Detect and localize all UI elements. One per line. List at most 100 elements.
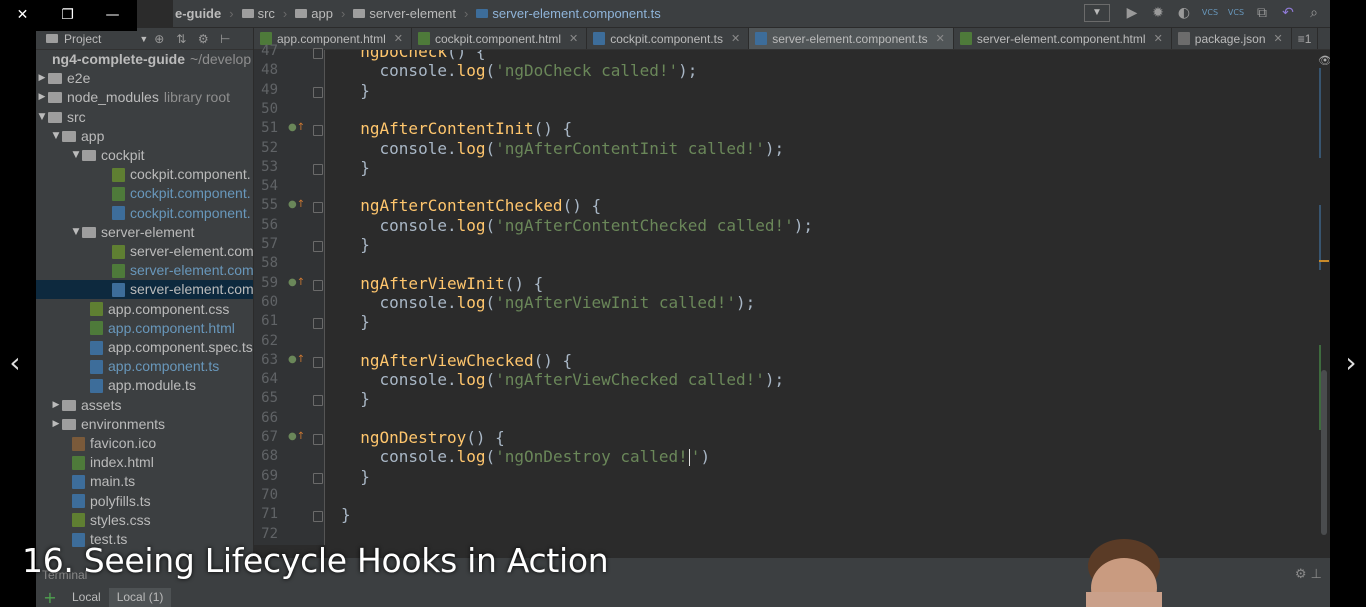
tree-item[interactable]: styles.css bbox=[36, 511, 253, 530]
fold-marker-icon[interactable] bbox=[313, 395, 323, 407]
editor-tab[interactable]: package.json ✕ bbox=[1172, 28, 1292, 49]
locate-icon[interactable]: ⊕ bbox=[148, 32, 170, 46]
close-tab-icon[interactable]: ✕ bbox=[1274, 32, 1283, 45]
close-tab-icon[interactable]: ✕ bbox=[731, 32, 740, 45]
expand-arrow-icon[interactable]: ▼ bbox=[36, 108, 48, 127]
fold-marker-icon[interactable] bbox=[313, 48, 323, 59]
previous-arrow-icon[interactable]: ‹ bbox=[5, 348, 25, 378]
fold-marker-icon[interactable] bbox=[313, 511, 323, 523]
implements-method-icon[interactable]: ●↑ bbox=[288, 199, 305, 210]
line-number: 71 bbox=[261, 506, 278, 523]
expand-arrow-icon[interactable]: ▶ bbox=[36, 88, 48, 107]
fold-marker-icon[interactable] bbox=[313, 86, 323, 98]
tree-item[interactable]: cockpit.component. bbox=[36, 165, 253, 184]
settings-icon[interactable]: ⚙ bbox=[192, 32, 214, 46]
tree-item[interactable]: ▼ cockpit bbox=[36, 146, 253, 165]
editor-scrollbar[interactable]: 👁 bbox=[1316, 50, 1330, 545]
breadcrumb-item[interactable]: e-guide bbox=[175, 6, 221, 21]
tree-item[interactable]: ▼ app bbox=[36, 127, 253, 146]
implements-method-icon[interactable]: ●↑ bbox=[288, 122, 305, 133]
scroll-thumb[interactable] bbox=[1321, 370, 1327, 535]
terminal-tab-local[interactable]: Local bbox=[64, 588, 109, 607]
tree-item[interactable]: app.component.ts bbox=[36, 357, 253, 376]
editor-tab[interactable]: server-element.component.html ✕ bbox=[954, 28, 1172, 49]
tabs-overflow-button[interactable]: ≡1 bbox=[1292, 28, 1319, 49]
expand-arrow-icon[interactable]: ▶ bbox=[50, 415, 62, 434]
tree-item[interactable]: server-element.com bbox=[36, 280, 253, 300]
tree-item[interactable]: index.html bbox=[36, 453, 253, 472]
editor-tab[interactable]: cockpit.component.html ✕ bbox=[412, 28, 588, 49]
line-number: 65 bbox=[261, 390, 278, 407]
run-config-dropdown[interactable]: ▼ bbox=[1084, 4, 1110, 22]
hide-panel-icon[interactable]: ⊢ bbox=[214, 32, 236, 46]
fold-marker-icon[interactable] bbox=[313, 241, 323, 252]
tree-item-label: server-element.com bbox=[130, 243, 253, 259]
close-tab-icon[interactable]: ✕ bbox=[394, 32, 403, 45]
tree-item[interactable]: app.component.spec.ts bbox=[36, 338, 253, 357]
fold-marker-icon[interactable] bbox=[313, 279, 323, 291]
tree-item[interactable]: polyfills.ts bbox=[36, 492, 253, 511]
minimize-icon[interactable]: — bbox=[90, 0, 135, 31]
eye-icon[interactable]: 👁 bbox=[1318, 54, 1330, 67]
fold-marker-icon[interactable] bbox=[313, 202, 323, 214]
fold-marker-icon[interactable] bbox=[313, 125, 323, 137]
implements-method-icon[interactable]: ●↑ bbox=[288, 354, 305, 365]
code-editor[interactable]: ngDoCheck() { console.log('ngDoCheck cal… bbox=[325, 50, 1315, 545]
gear-icon[interactable]: ⚙ bbox=[1295, 567, 1307, 582]
project-view-selector[interactable]: Project ▼ bbox=[46, 32, 148, 46]
minimize-panel-icon[interactable]: ⊥ bbox=[1311, 567, 1322, 582]
tree-item[interactable]: server-element.com bbox=[36, 261, 253, 280]
restore-icon[interactable]: ❐ bbox=[45, 0, 90, 31]
tree-item[interactable]: ▶ environments bbox=[36, 415, 253, 434]
tree-item[interactable]: app.component.html bbox=[36, 319, 253, 338]
expand-arrow-icon[interactable]: ▶ bbox=[50, 396, 62, 415]
tree-item[interactable]: ▶ e2e bbox=[36, 69, 253, 88]
fold-marker-icon[interactable] bbox=[313, 356, 323, 368]
tree-item[interactable]: cockpit.component. bbox=[36, 184, 253, 203]
fold-marker-icon[interactable] bbox=[313, 318, 323, 330]
lecture-caption: 16. Seeing Lifecycle Hooks in Action bbox=[22, 541, 609, 580]
tree-item[interactable]: ▶ node_modules library root bbox=[36, 88, 253, 107]
tree-item[interactable]: ▼ server-element bbox=[36, 223, 253, 242]
tree-item[interactable]: app.component.css bbox=[36, 300, 253, 319]
tree-item[interactable]: ng4-complete-guide ~/develop bbox=[36, 50, 253, 69]
run-icon[interactable]: ▶ bbox=[1122, 3, 1142, 23]
compare-icon[interactable]: ⧉ bbox=[1252, 3, 1272, 23]
breadcrumb-item[interactable]: server-element.component.ts bbox=[472, 6, 661, 21]
close-tab-icon[interactable]: ✕ bbox=[569, 32, 578, 45]
revert-icon[interactable]: ↶ bbox=[1278, 3, 1298, 23]
next-arrow-icon[interactable]: › bbox=[1341, 348, 1361, 378]
fold-marker-icon[interactable] bbox=[313, 163, 323, 175]
coverage-icon[interactable]: ◐ bbox=[1174, 3, 1194, 23]
close-tab-icon[interactable]: ✕ bbox=[936, 32, 945, 45]
new-terminal-icon[interactable]: + bbox=[36, 588, 64, 607]
tree-item[interactable]: cockpit.component. bbox=[36, 204, 253, 223]
expand-arrow-icon[interactable]: ▼ bbox=[70, 223, 82, 242]
tree-item[interactable]: main.ts bbox=[36, 472, 253, 491]
tree-item[interactable]: favicon.ico bbox=[36, 434, 253, 453]
breadcrumb-item[interactable]: src bbox=[238, 6, 275, 21]
expand-arrow-icon[interactable]: ▶ bbox=[36, 69, 48, 88]
tree-item[interactable]: ▶ assets bbox=[36, 396, 253, 415]
fold-marker-icon[interactable] bbox=[313, 472, 323, 484]
tree-item[interactable]: server-element.com bbox=[36, 242, 253, 261]
vcs-commit-icon[interactable]: VCS bbox=[1226, 3, 1246, 23]
breadcrumb-item[interactable]: server-element bbox=[349, 6, 456, 21]
tree-item[interactable]: ▼ src bbox=[36, 108, 253, 127]
editor-tab[interactable]: cockpit.component.ts ✕ bbox=[587, 28, 750, 49]
implements-method-icon[interactable]: ●↑ bbox=[288, 431, 305, 442]
vcs-update-icon[interactable]: VCS bbox=[1200, 3, 1220, 23]
expand-arrow-icon[interactable]: ▼ bbox=[70, 146, 82, 165]
search-icon[interactable]: ⌕ bbox=[1304, 3, 1324, 23]
fold-marker-icon[interactable] bbox=[313, 434, 323, 445]
collapse-icon[interactable]: ⇅ bbox=[170, 32, 192, 46]
expand-arrow-icon[interactable]: ▼ bbox=[50, 127, 62, 146]
tree-item[interactable]: app.module.ts bbox=[36, 376, 253, 395]
breadcrumb-item[interactable]: app bbox=[291, 6, 333, 21]
editor-tab[interactable]: server-element.component.ts ✕ bbox=[749, 28, 954, 49]
implements-method-icon[interactable]: ●↑ bbox=[288, 277, 305, 288]
terminal-tab-local-1[interactable]: Local (1) bbox=[108, 588, 172, 607]
close-icon[interactable]: ✕ bbox=[0, 0, 45, 31]
close-tab-icon[interactable]: ✕ bbox=[1154, 32, 1163, 45]
debug-icon[interactable]: ✹ bbox=[1148, 3, 1168, 23]
